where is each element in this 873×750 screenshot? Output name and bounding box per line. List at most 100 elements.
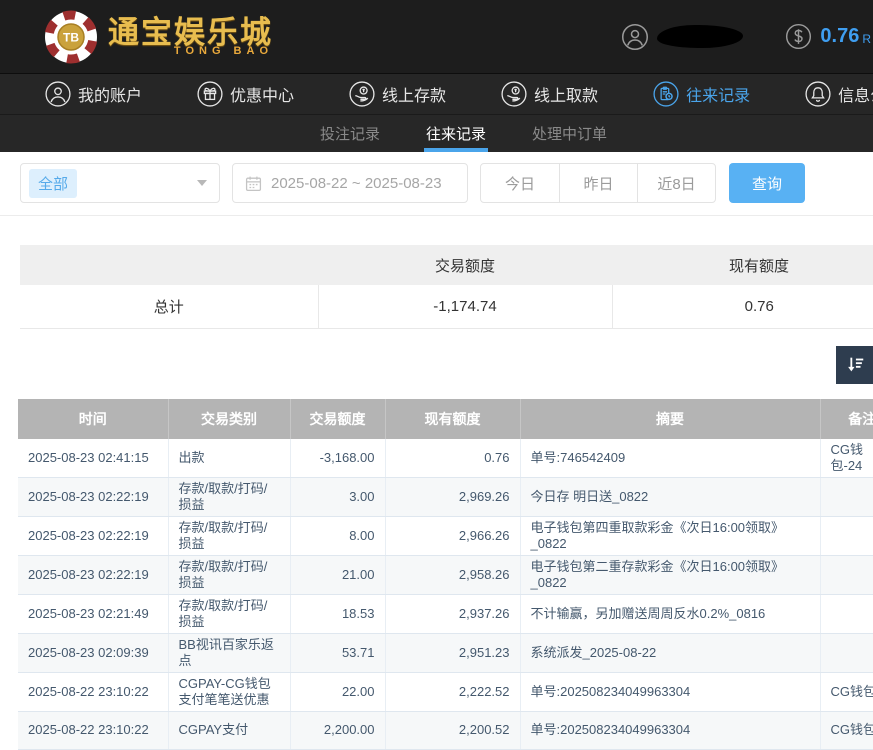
type-select[interactable]: 全部 bbox=[20, 163, 220, 203]
last8days-button[interactable]: 近8日 bbox=[637, 164, 715, 202]
summary-header-row: 交易额度 现有额度 bbox=[20, 245, 873, 285]
active-tab-underline bbox=[424, 148, 488, 152]
cell-balance: 2,966.26 bbox=[385, 516, 520, 555]
table-row: 2025-08-23 02:41:15出款-3,168.000.76单号:746… bbox=[18, 439, 873, 478]
tab-pending-orders[interactable]: 处理中订单 bbox=[530, 115, 609, 152]
cell-time: 2025-08-23 02:22:19 bbox=[18, 555, 168, 594]
summary-header-transaction: 交易额度 bbox=[318, 245, 612, 285]
summary-section: 交易额度 现有额度 总计 -1,174.74 0.76 bbox=[20, 245, 873, 329]
col-header-amount: 交易额度 bbox=[290, 399, 385, 439]
site-logo[interactable]: TB 通宝娱乐城 TONG BAO bbox=[44, 10, 273, 64]
date-range-value: 2025-08-22 ~ 2025-08-23 bbox=[271, 175, 442, 192]
col-header-summary: 摘要 bbox=[520, 399, 820, 439]
col-header-note: 备注 bbox=[820, 399, 873, 439]
cell-balance: 2,200.52 bbox=[385, 711, 520, 749]
cell-balance: 0.76 bbox=[385, 439, 520, 478]
cell-type: 出款 bbox=[168, 439, 290, 478]
records-icon bbox=[653, 81, 679, 107]
cell-time: 2025-08-22 23:10:22 bbox=[18, 711, 168, 749]
cell-amount: 3.00 bbox=[290, 477, 385, 516]
quick-range-group: 今日 昨日 近8日 bbox=[480, 163, 716, 203]
cell-amount: 22.00 bbox=[290, 672, 385, 711]
nav-item-online-deposit[interactable]: 线上存款 bbox=[349, 81, 446, 107]
chevron-down-icon bbox=[197, 180, 207, 186]
balance-amount[interactable]: 0.76 bbox=[820, 25, 859, 48]
summary-header-empty bbox=[20, 245, 318, 285]
col-header-time: 时间 bbox=[18, 399, 168, 439]
cell-time: 2025-08-23 02:22:19 bbox=[18, 477, 168, 516]
nav-item-promo-center[interactable]: 优惠中心 bbox=[197, 81, 294, 107]
balance-coin-icon bbox=[785, 23, 812, 50]
nav-item-label: 线上取款 bbox=[534, 82, 598, 106]
main-nav: 我的账户 优惠中心 线上存款 bbox=[0, 73, 873, 114]
withdraw-icon bbox=[501, 81, 527, 107]
date-range-input[interactable]: 2025-08-22 ~ 2025-08-23 bbox=[232, 163, 468, 203]
cell-time: 2025-08-23 02:22:19 bbox=[18, 516, 168, 555]
cell-note bbox=[820, 477, 873, 516]
tab-bet-records[interactable]: 投注记录 bbox=[318, 115, 382, 152]
cell-summary: 电子钱包第四重取款彩金《次日16:00领取》_0822 bbox=[520, 516, 820, 555]
cell-balance: 2,937.26 bbox=[385, 594, 520, 633]
cell-type: 存款/取款/打码/损益 bbox=[168, 477, 290, 516]
sort-descending-button[interactable] bbox=[836, 346, 873, 384]
type-select-value: 全部 bbox=[29, 169, 77, 198]
tab-transaction-records[interactable]: 往来记录 bbox=[424, 115, 488, 152]
cell-summary: 单号:202508234049963304 bbox=[520, 711, 820, 749]
cell-balance: 2,222.52 bbox=[385, 672, 520, 711]
summary-total-transaction: -1,174.74 bbox=[318, 285, 612, 328]
user-avatar-icon[interactable] bbox=[621, 23, 649, 51]
today-button[interactable]: 今日 bbox=[481, 164, 559, 202]
nav-item-transaction-records[interactable]: 往来记录 bbox=[653, 81, 750, 107]
cell-amount: 18.53 bbox=[290, 594, 385, 633]
cell-type: 存款/取款/打码/损益 bbox=[168, 594, 290, 633]
cell-amount: -3,168.00 bbox=[290, 439, 385, 478]
summary-total-balance: 0.76 bbox=[612, 285, 873, 328]
table-row: 2025-08-22 23:10:22CGPAY-CG钱包支付笔笔送优惠22.0… bbox=[18, 672, 873, 711]
cell-time: 2025-08-23 02:21:49 bbox=[18, 594, 168, 633]
cell-type: BB视讯百家乐返点 bbox=[168, 633, 290, 672]
nav-item-label: 线上存款 bbox=[382, 82, 446, 106]
cell-amount: 8.00 bbox=[290, 516, 385, 555]
table-row: 2025-08-23 02:22:19存款/取款/打码/损益21.002,958… bbox=[18, 555, 873, 594]
cell-time: 2025-08-22 23:10:22 bbox=[18, 672, 168, 711]
nav-item-my-account[interactable]: 我的账户 bbox=[45, 81, 142, 107]
cell-amount: 2,200.00 bbox=[290, 711, 385, 749]
cell-time: 2025-08-23 02:41:15 bbox=[18, 439, 168, 478]
header-account-area: 0.76 R bbox=[621, 23, 871, 51]
casino-chip-icon: TB bbox=[44, 10, 98, 64]
cell-type: CGPAY-CG钱包支付笔笔送优惠 bbox=[168, 672, 290, 711]
cell-summary: 系统派发_2025-08-22 bbox=[520, 633, 820, 672]
logo-subtitle: TONG BAO bbox=[108, 46, 273, 57]
cell-summary: 今日存 明日送_0822 bbox=[520, 477, 820, 516]
nav-item-label: 信息公告 bbox=[838, 82, 873, 106]
tab-label: 往来记录 bbox=[426, 123, 486, 144]
table-row: 2025-08-23 02:22:19存款/取款/打码/损益8.002,966.… bbox=[18, 516, 873, 555]
logo-title: 通宝娱乐城 bbox=[108, 17, 273, 48]
cell-type: 存款/取款/打码/损益 bbox=[168, 516, 290, 555]
table-row: 2025-08-22 23:10:22CGPAY支付2,200.002,200.… bbox=[18, 711, 873, 749]
section-divider bbox=[0, 215, 873, 216]
username-redacted[interactable] bbox=[657, 25, 743, 48]
nav-item-online-withdraw[interactable]: 线上取款 bbox=[501, 81, 598, 107]
cell-summary: 不计输赢，另加赠送周周反水0.2%_0816 bbox=[520, 594, 820, 633]
user-icon bbox=[45, 81, 71, 107]
svg-text:TB: TB bbox=[63, 30, 79, 44]
cell-balance: 2,958.26 bbox=[385, 555, 520, 594]
cell-note: CG钱包 bbox=[820, 711, 873, 749]
summary-total-row: 总计 -1,174.74 0.76 bbox=[20, 285, 873, 328]
summary-header-balance: 现有额度 bbox=[612, 245, 873, 285]
subtab-bar: 投注记录 往来记录 处理中订单 bbox=[0, 114, 873, 152]
nav-item-label: 优惠中心 bbox=[230, 82, 294, 106]
search-button[interactable]: 查询 bbox=[729, 163, 805, 203]
cell-note bbox=[820, 594, 873, 633]
col-header-balance: 现有额度 bbox=[385, 399, 520, 439]
nav-item-label: 往来记录 bbox=[686, 82, 750, 106]
tab-label: 处理中订单 bbox=[532, 123, 607, 144]
sort-descending-icon bbox=[844, 354, 866, 376]
deposit-icon bbox=[349, 81, 375, 107]
yesterday-button[interactable]: 昨日 bbox=[559, 164, 637, 202]
table-row: 2025-08-23 02:09:39BB视讯百家乐返点53.712,951.2… bbox=[18, 633, 873, 672]
tab-label: 投注记录 bbox=[320, 123, 380, 144]
nav-item-announcements[interactable]: 信息公告 bbox=[805, 81, 873, 107]
gift-icon bbox=[197, 81, 223, 107]
